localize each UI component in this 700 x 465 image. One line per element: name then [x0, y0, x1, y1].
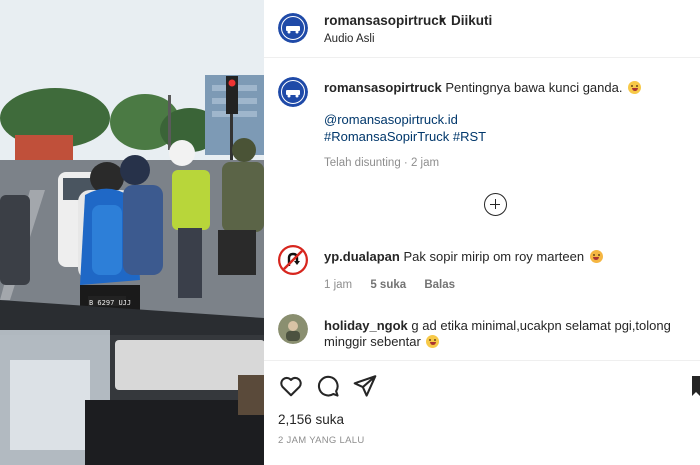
comment-icon[interactable] — [315, 373, 341, 399]
comment-time: 1 jam — [324, 279, 353, 291]
post-actions: 2,156 suka 2 JAM YANG LALU — [264, 360, 700, 465]
post-video[interactable]: B 6297 UJJ — [0, 0, 264, 465]
comment-line: holiday_ngok g ad etika minimal,ucakpn s… — [324, 317, 671, 334]
caption-username[interactable]: romansasopirtruck — [324, 80, 442, 95]
street-scene-image — [0, 0, 264, 465]
post-time: 2 JAM YANG LALU — [278, 435, 365, 446]
caption-avatar[interactable] — [278, 77, 308, 107]
account-avatar[interactable] — [278, 13, 308, 43]
license-plate-text: B 6297 UJJ — [89, 299, 132, 307]
comment-text-continued: minggir sebentar — [324, 334, 421, 349]
comment-text: g ad etika minimal,ucakpn selamat pgi,to… — [411, 318, 671, 333]
bookmark-icon[interactable] — [690, 373, 700, 399]
comment-text: Pak sopir mirip om roy marteen — [403, 249, 585, 264]
share-icon[interactable] — [352, 373, 378, 399]
comment-avatar[interactable] — [278, 245, 308, 275]
comment-username[interactable]: holiday_ngok — [324, 318, 408, 333]
comment-likes[interactable]: 5 suka — [370, 279, 406, 291]
plus-circle-icon[interactable] — [484, 193, 507, 216]
post-detail-panel: romansasopirtruck • Diikuti Audio Asli r… — [264, 0, 700, 465]
comment-reply-button[interactable]: Balas — [424, 279, 455, 291]
comment-username[interactable]: yp.dualapan — [324, 249, 400, 264]
caption-first-line: romansasopirtruck Pentingnya bawa kunci … — [324, 79, 642, 96]
likes-count[interactable]: 2,156 suka — [278, 412, 344, 427]
caption-text: Pentingnya bawa kunci ganda. — [445, 80, 623, 95]
comment-avatar[interactable] — [278, 314, 308, 344]
account-username[interactable]: romansasopirtruck — [324, 13, 446, 28]
audio-label[interactable]: Audio Asli — [324, 33, 375, 45]
laughing-emoji-icon — [426, 335, 440, 348]
comment-meta: 1 jam 5 suka Balas — [324, 279, 455, 291]
grinning-emoji-icon — [628, 81, 642, 94]
caption-hashtags[interactable]: #RomansaSopirTruck #RST — [324, 128, 486, 145]
follow-status-button[interactable]: Diikuti — [451, 13, 492, 28]
comment-line: yp.dualapan Pak sopir mirip om roy marte… — [324, 248, 603, 265]
surprised-emoji-icon — [589, 250, 603, 263]
post-header: romansasopirtruck • Diikuti Audio Asli — [264, 0, 700, 58]
comment-line: minggir sebentar — [324, 333, 440, 350]
header-separator: • — [440, 12, 445, 27]
caption-meta: Telah disunting · 2 jam — [324, 157, 440, 169]
heart-icon[interactable] — [278, 373, 304, 399]
caption-mention[interactable]: @romansasopirtruck.id — [324, 111, 458, 128]
